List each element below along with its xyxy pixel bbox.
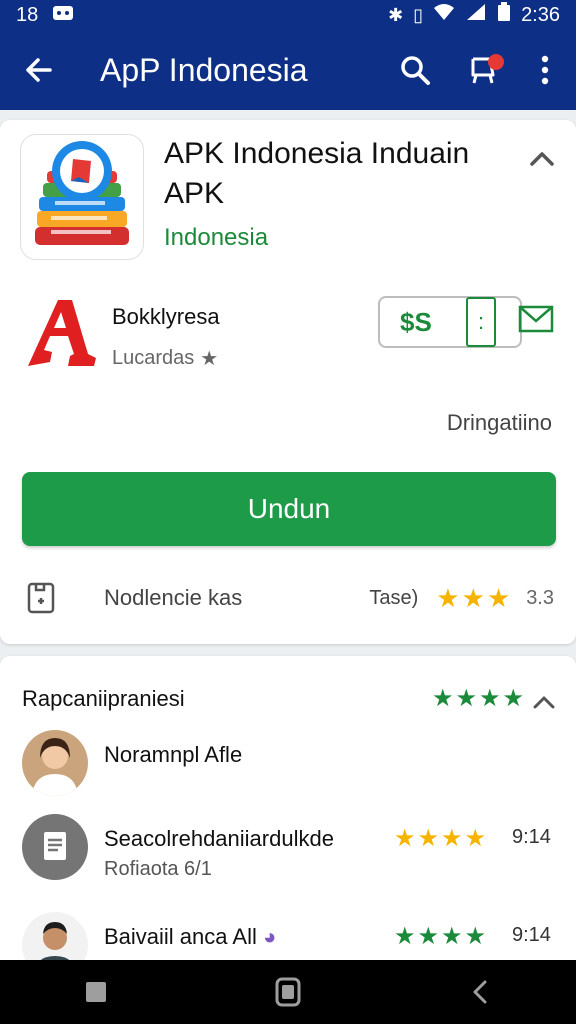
app-title: APK Indonesia Induain APK xyxy=(164,137,470,210)
app-detail-card: APK Indonesia Induain APK Indonesia Bokk… xyxy=(0,120,576,644)
document-icon xyxy=(27,582,55,614)
collapse-button[interactable] xyxy=(522,138,562,178)
review-subtitle: Rofiaota 6/1 xyxy=(104,858,212,880)
app-bar: ApP Indonesia xyxy=(0,30,576,110)
message-icon xyxy=(52,5,74,26)
avatar xyxy=(22,730,88,796)
star-icon: ★ xyxy=(441,825,463,852)
star-icon: ★ xyxy=(455,685,478,712)
mail-icon xyxy=(518,305,554,333)
info-label: Nodlencie kas xyxy=(104,585,243,610)
notification-icon xyxy=(471,54,504,84)
rating-value: 3.3 xyxy=(526,586,554,609)
star-icon: ★ xyxy=(441,923,463,950)
status-text: Dringatiino xyxy=(446,410,552,435)
developer-subtitle: Lucardas ★ xyxy=(112,346,218,371)
star-icon: ★ xyxy=(464,923,487,950)
star-icon: ★ xyxy=(417,923,440,950)
app-subtitle: Indonesia xyxy=(164,224,269,251)
developer-subtitle-text: Lucardas xyxy=(112,347,195,369)
price-secondary: : xyxy=(466,297,496,347)
reviews-collapse-button[interactable] xyxy=(528,686,560,718)
vibrate-icon: ▯ xyxy=(413,5,424,25)
star-icon: ★ xyxy=(394,923,416,950)
price-button[interactable]: $S : xyxy=(378,296,522,348)
star-icon: ★ xyxy=(479,685,501,712)
install-button[interactable]: Undun xyxy=(22,472,556,546)
review-stars: ★ ★ ★ ★ xyxy=(394,922,486,951)
arrow-left-icon xyxy=(26,58,52,82)
star-icon: ★ xyxy=(432,685,454,712)
back-nav-button[interactable] xyxy=(455,967,505,1017)
app-icon xyxy=(20,134,144,260)
battery-icon xyxy=(497,2,511,28)
review-name: Baivaiil anca All ◕ xyxy=(104,924,276,950)
back-button[interactable] xyxy=(14,45,64,95)
chevron-up-icon xyxy=(530,152,554,166)
review-value: 9:14 xyxy=(512,826,551,848)
status-time: 2:36 xyxy=(521,3,560,26)
signal-icon xyxy=(465,3,487,27)
reviews-card: Rapcaniipraniesi ★ ★ ★ ★ Noramnpl Afle S… xyxy=(0,656,576,978)
home-button[interactable] xyxy=(263,967,313,1017)
rating-stars: ★ ★ ★ xyxy=(436,583,510,614)
review-value: 9:14 xyxy=(512,924,551,946)
more-vert-icon xyxy=(541,55,549,85)
star-icon: ★ xyxy=(200,348,219,370)
developer-logo xyxy=(24,296,100,370)
bluetooth-icon: ✱ xyxy=(388,5,404,25)
star-icon: ★ xyxy=(461,582,485,613)
avatar xyxy=(22,814,88,880)
home-icon xyxy=(275,977,301,1007)
review-name: Noramnpl Afle xyxy=(104,742,243,767)
star-icon: ★ xyxy=(394,825,416,852)
star-icon: ★ xyxy=(417,825,440,852)
info-row: Nodlencie kas Tase) ★ ★ ★ 3.3 xyxy=(24,576,554,620)
square-icon xyxy=(86,982,106,1002)
review-item[interactable]: Seacolrehdaniiardulkde Rofiaota 6/1 ★ ★ … xyxy=(22,814,562,894)
more-button[interactable] xyxy=(528,45,562,95)
status-left-text: 18 xyxy=(16,3,39,26)
review-name: Seacolrehdaniiardulkde xyxy=(104,826,334,851)
notifications-button[interactable] xyxy=(462,45,512,95)
wifi-icon xyxy=(433,3,455,27)
star-icon: ★ xyxy=(502,685,525,712)
reviews-stars: ★ ★ ★ ★ xyxy=(432,684,524,713)
app-bar-title: ApP Indonesia xyxy=(100,51,308,88)
recents-button[interactable] xyxy=(71,967,121,1017)
rating-label: Tase) xyxy=(369,586,419,609)
search-icon xyxy=(401,56,430,85)
system-nav-bar xyxy=(0,960,576,1024)
search-button[interactable] xyxy=(390,45,440,95)
star-icon: ★ xyxy=(486,582,511,613)
emoji-icon: ◕ xyxy=(263,924,277,949)
reviews-title: Rapcaniipraniesi xyxy=(22,686,185,711)
price-value: $S xyxy=(400,306,432,337)
developer-name: Bokklyresa xyxy=(112,304,220,329)
chevron-left-icon xyxy=(473,980,487,1004)
star-icon: ★ xyxy=(464,825,487,852)
review-stars: ★ ★ ★ ★ xyxy=(394,824,486,853)
review-name-text: Baivaiil anca All xyxy=(104,924,257,949)
review-item[interactable]: Noramnpl Afle xyxy=(22,730,562,810)
chevron-up-icon xyxy=(533,696,555,709)
star-icon: ★ xyxy=(436,582,460,613)
status-bar: 18 ✱ ▯ 2:36 xyxy=(0,0,576,30)
mail-button[interactable] xyxy=(518,304,558,338)
